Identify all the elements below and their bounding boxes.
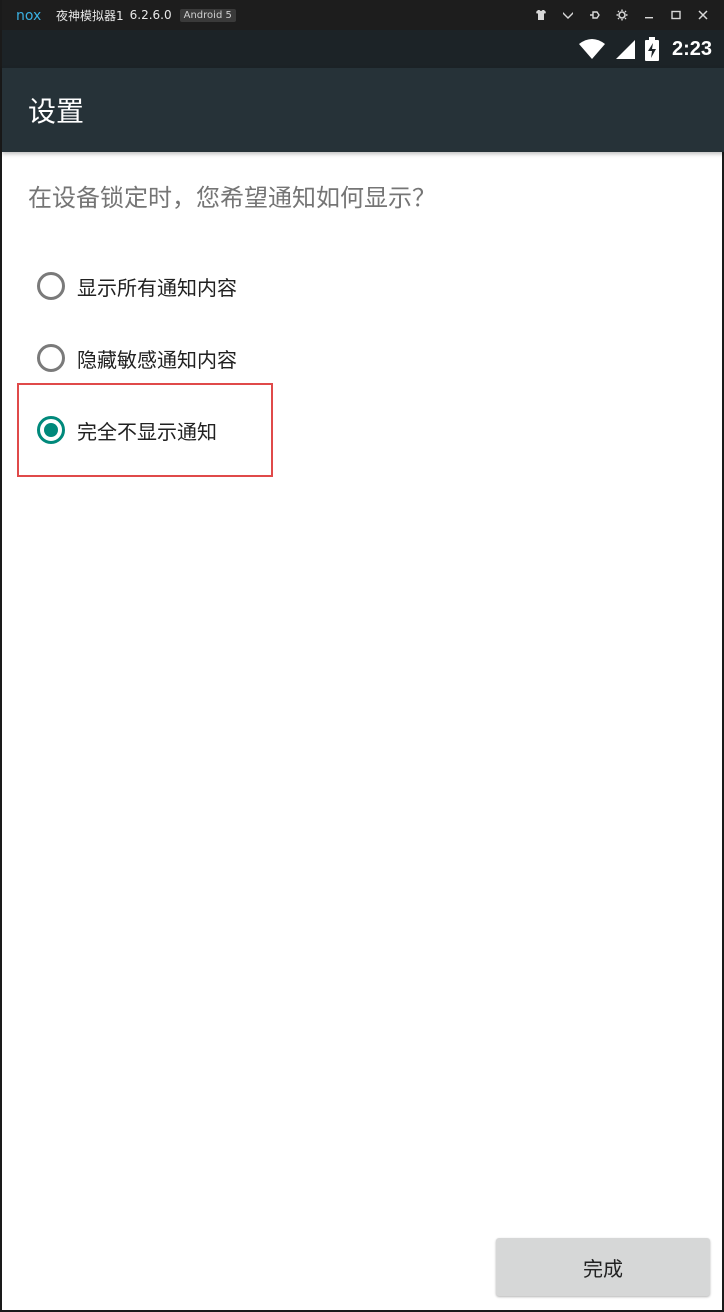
device-screen: nox 夜神模拟器1 6.2.6.0 Android 5 2:23 设置 在设备…	[0, 0, 724, 1312]
app-bar: 设置	[2, 68, 724, 152]
shirt-icon[interactable]	[527, 0, 554, 30]
radio-button[interactable]	[37, 344, 65, 372]
option-label: 隐藏敏感通知内容	[77, 347, 237, 372]
emulator-version: 6.2.6.0	[129, 8, 172, 22]
question-text: 在设备锁定时，您希望通知如何显示？	[28, 184, 436, 212]
battery-charging-icon	[644, 37, 659, 61]
option-hide-sensitive[interactable]: 隐藏敏感通知内容	[32, 328, 237, 388]
chevron-down-icon[interactable]	[554, 0, 581, 30]
done-button[interactable]: 完成	[496, 1238, 710, 1296]
option-show-all[interactable]: 显示所有通知内容	[32, 256, 237, 316]
page-title: 设置	[28, 95, 85, 128]
gear-icon[interactable]	[608, 0, 635, 30]
nox-logo-icon: nox	[16, 8, 41, 22]
android-status-bar: 2:23	[2, 30, 724, 68]
emulator-title-bar: nox 夜神模拟器1 6.2.6.0 Android 5	[2, 0, 724, 30]
signal-icon	[615, 40, 635, 59]
maximize-icon[interactable]	[662, 0, 689, 30]
svg-text:nox: nox	[16, 8, 41, 22]
minimize-icon[interactable]	[635, 0, 662, 30]
emulator-title: 夜神模拟器1	[56, 8, 124, 23]
close-icon[interactable]	[689, 0, 716, 30]
pin-icon[interactable]	[581, 0, 608, 30]
android-version-badge: Android 5	[179, 8, 236, 22]
emulator-window-controls	[527, 0, 716, 30]
option-label: 显示所有通知内容	[77, 275, 237, 300]
radio-button[interactable]	[37, 272, 65, 300]
status-time: 2:23	[671, 37, 712, 60]
status-icons: 2:23	[578, 30, 712, 68]
wifi-icon	[578, 39, 605, 59]
highlight-box	[17, 383, 273, 477]
